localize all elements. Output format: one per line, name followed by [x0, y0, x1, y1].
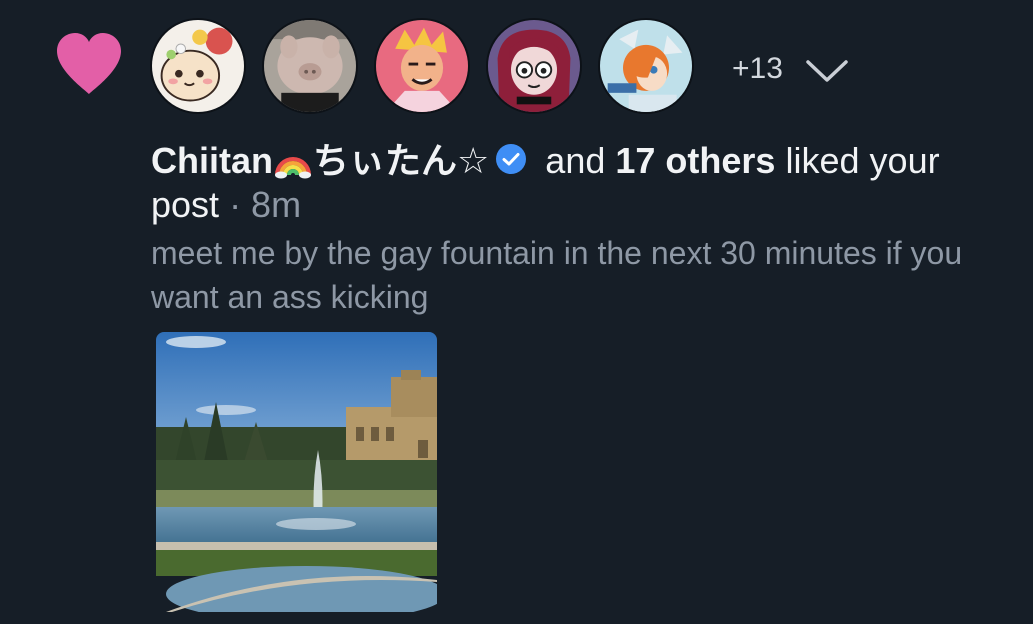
user-name-suffix[interactable]: ちぃたん☆: [313, 140, 489, 181]
user-name[interactable]: Chiitan: [151, 140, 273, 181]
post-image[interactable]: [156, 332, 437, 612]
more-likers-count[interactable]: +13: [732, 52, 783, 86]
avatar[interactable]: [486, 18, 582, 114]
verified-badge-icon: [496, 144, 527, 174]
avatar[interactable]: [598, 18, 694, 114]
avatar[interactable]: [150, 18, 246, 114]
avatar[interactable]: [262, 18, 358, 114]
others-link[interactable]: 17 others: [615, 140, 775, 181]
and-text: and: [545, 140, 606, 181]
chevron-down-icon[interactable]: [804, 56, 850, 86]
post-text[interactable]: meet me by the gay fountain in the next …: [151, 231, 1011, 319]
heart-icon: [57, 33, 121, 94]
timestamp: · 8m: [229, 184, 302, 225]
avatar[interactable]: [374, 18, 470, 114]
action-text: liked: [785, 140, 860, 181]
rainbow-icon: [275, 157, 311, 179]
notification-headline: Chiitan ちぃたん☆ and 17 others liked your p…: [151, 139, 991, 227]
